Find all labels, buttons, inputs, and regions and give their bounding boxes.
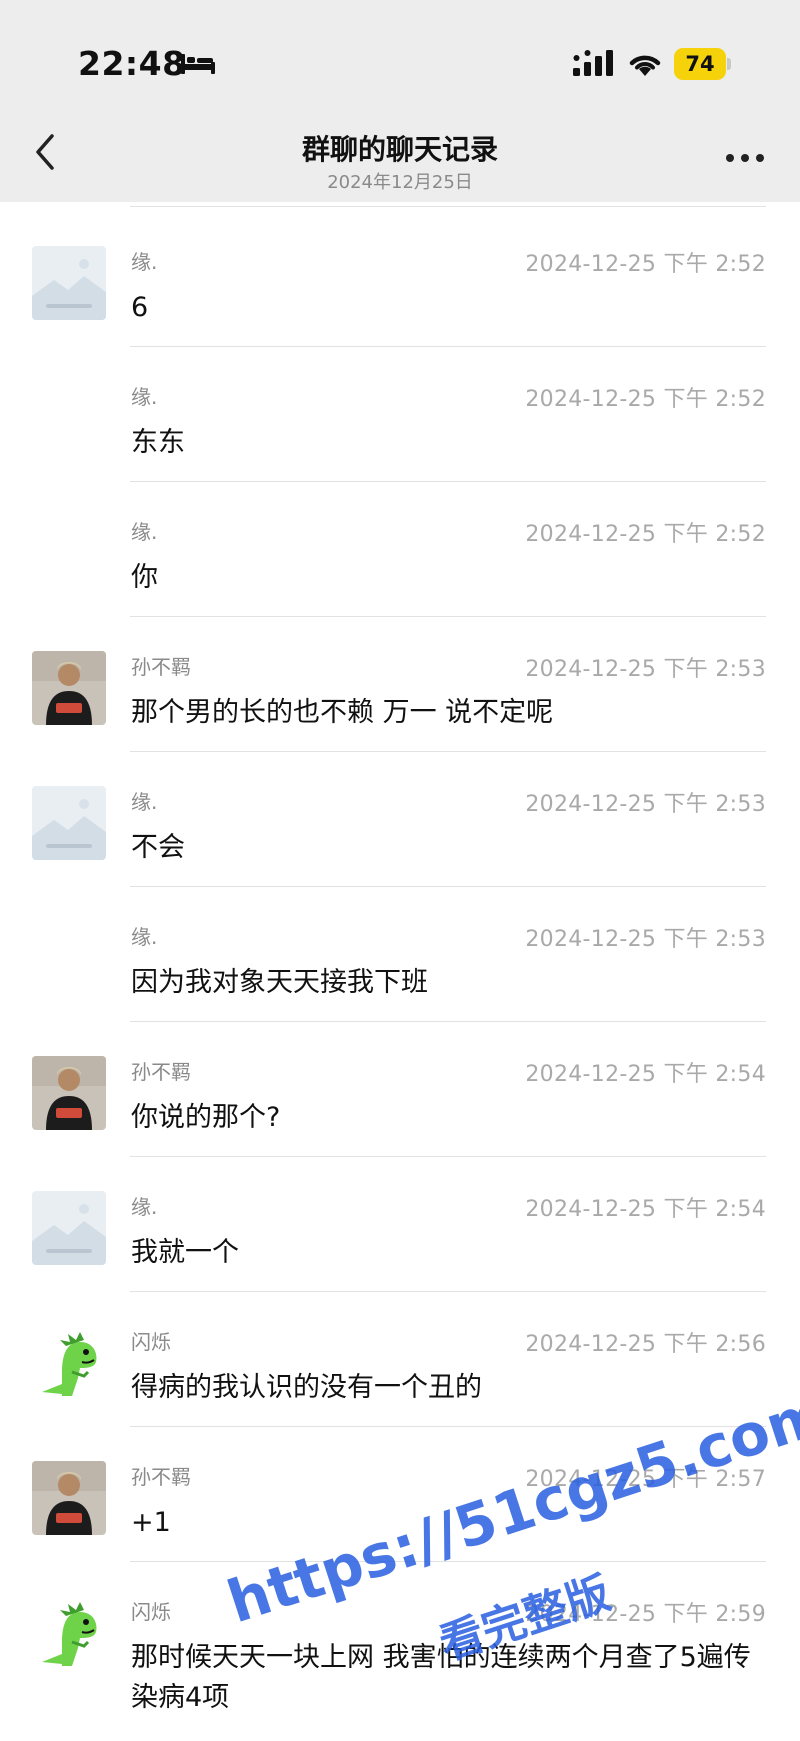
message-row[interactable]: 闪烁 2024-12-25 下午 2:56 得病的我认识的没有一个丑的 <box>0 1292 800 1427</box>
message-sender: 闪烁 <box>131 1600 171 1624</box>
person-photo-avatar-icon <box>32 651 106 725</box>
dinosaur-avatar-icon <box>32 1596 106 1670</box>
landscape-placeholder-avatar-icon <box>32 786 106 860</box>
message-timestamp: 2024-12-25 下午 2:54 <box>525 1197 766 1222</box>
status-time: 22:48 <box>78 44 186 83</box>
message-timestamp: 2024-12-25 下午 2:54 <box>525 1062 766 1087</box>
message-row[interactable]: 缘. 2024-12-25 下午 2:54 我就一个 <box>0 1157 800 1292</box>
battery-indicator: 74 <box>674 48 732 80</box>
message-timestamp: 2024-12-25 下午 2:52 <box>525 387 766 412</box>
message-timestamp: 2024-12-25 下午 2:56 <box>525 1332 766 1357</box>
avatar[interactable] <box>32 1461 106 1535</box>
message-timestamp: 2024-12-25 下午 2:59 <box>525 1602 766 1627</box>
avatar[interactable] <box>32 786 106 860</box>
bed-icon <box>181 54 215 74</box>
message-sender: 缘. <box>131 925 158 949</box>
avatar[interactable] <box>32 651 106 725</box>
battery-percent: 74 <box>685 52 715 76</box>
message-timestamp: 2024-12-25 下午 2:57 <box>525 1467 766 1492</box>
message-list[interactable]: 缘. 2024-12-25 下午 2:52 6 缘. 2024-12-25 下午 2:5… <box>0 202 800 1741</box>
message-text: 得病的我认识的没有一个丑的 <box>131 1372 482 1403</box>
landscape-placeholder-avatar-icon <box>32 1191 106 1265</box>
message-timestamp: 2024-12-25 下午 2:53 <box>525 657 766 682</box>
message-row[interactable]: 缘. 2024-12-25 下午 2:52 东东 <box>0 347 800 482</box>
message-row[interactable]: 孙不羁 2024-12-25 下午 2:57 +1 <box>0 1427 800 1562</box>
message-row[interactable]: 孙不羁 2024-12-25 下午 2:53 那个男的长的也不赖 万一 说不定呢 <box>0 617 800 752</box>
message-text: 不会 <box>131 832 185 863</box>
more-options-icon[interactable] <box>726 154 764 164</box>
message-text: 那时候天天一块上网 我害怕的连续两个月查了5遍传染病4项 <box>131 1642 751 1713</box>
avatar[interactable] <box>32 1596 106 1670</box>
person-photo-avatar-icon <box>32 1461 106 1535</box>
message-text: 你说的那个? <box>131 1102 281 1133</box>
message-row[interactable]: 闪烁 2024-12-25 下午 2:59 那时候天天一块上网 我害怕的连续两个月查… <box>0 1562 800 1713</box>
message-sender: 缘. <box>131 1195 158 1219</box>
message-sender: 缘. <box>131 520 158 544</box>
avatar[interactable] <box>32 1056 106 1130</box>
message-sender: 缘. <box>131 385 158 409</box>
message-row[interactable]: 缘. 2024-12-25 下午 2:52 6 <box>0 212 800 347</box>
message-text: 东东 <box>131 427 185 458</box>
wifi-icon <box>629 55 661 76</box>
message-text: 那个男的长的也不赖 万一 说不定呢 <box>131 697 554 728</box>
message-sender: 缘. <box>131 250 158 274</box>
page-title: 群聊的聊天记录 <box>301 133 498 166</box>
message-sender: 缘. <box>131 790 158 814</box>
message-sender: 孙不羁 <box>131 655 191 679</box>
message-sender: 孙不羁 <box>131 1465 191 1489</box>
message-sender: 闪烁 <box>131 1330 171 1354</box>
divider <box>130 206 766 207</box>
page-subtitle-date: 2024年12月25日 <box>327 172 473 193</box>
message-row[interactable]: 缘. 2024-12-25 下午 2:53 因为我对象天天接我下班 <box>0 887 800 1022</box>
message-timestamp: 2024-12-25 下午 2:52 <box>525 252 766 277</box>
message-row[interactable]: 缘. 2024-12-25 下午 2:53 不会 <box>0 752 800 887</box>
message-text: 因为我对象天天接我下班 <box>131 967 428 998</box>
status-bar: 22:48 74 <box>0 0 800 120</box>
person-photo-avatar-icon <box>32 1056 106 1130</box>
message-row[interactable]: 缘. 2024-12-25 下午 2:52 你 <box>0 482 800 617</box>
message-sender: 孙不羁 <box>131 1060 191 1084</box>
message-timestamp: 2024-12-25 下午 2:52 <box>525 522 766 547</box>
message-text: +1 <box>131 1507 171 1538</box>
landscape-placeholder-avatar-icon <box>32 246 106 320</box>
message-text: 我就一个 <box>131 1237 239 1268</box>
message-timestamp: 2024-12-25 下午 2:53 <box>525 927 766 952</box>
message-row[interactable]: 孙不羁 2024-12-25 下午 2:54 你说的那个? <box>0 1022 800 1157</box>
avatar[interactable] <box>32 246 106 320</box>
navigation-bar: 群聊的聊天记录 2024年12月25日 <box>0 118 800 202</box>
message-text: 你 <box>131 562 158 593</box>
dinosaur-avatar-icon <box>32 1326 106 1400</box>
top-bar: 22:48 74 群聊的聊天记录 2024年12月25日 <box>0 0 800 202</box>
avatar[interactable] <box>32 1326 106 1400</box>
cellular-signal-icon <box>573 50 613 76</box>
battery-nub <box>727 58 731 70</box>
message-text: 6 <box>131 292 149 323</box>
message-timestamp: 2024-12-25 下午 2:53 <box>525 792 766 817</box>
avatar[interactable] <box>32 1191 106 1265</box>
